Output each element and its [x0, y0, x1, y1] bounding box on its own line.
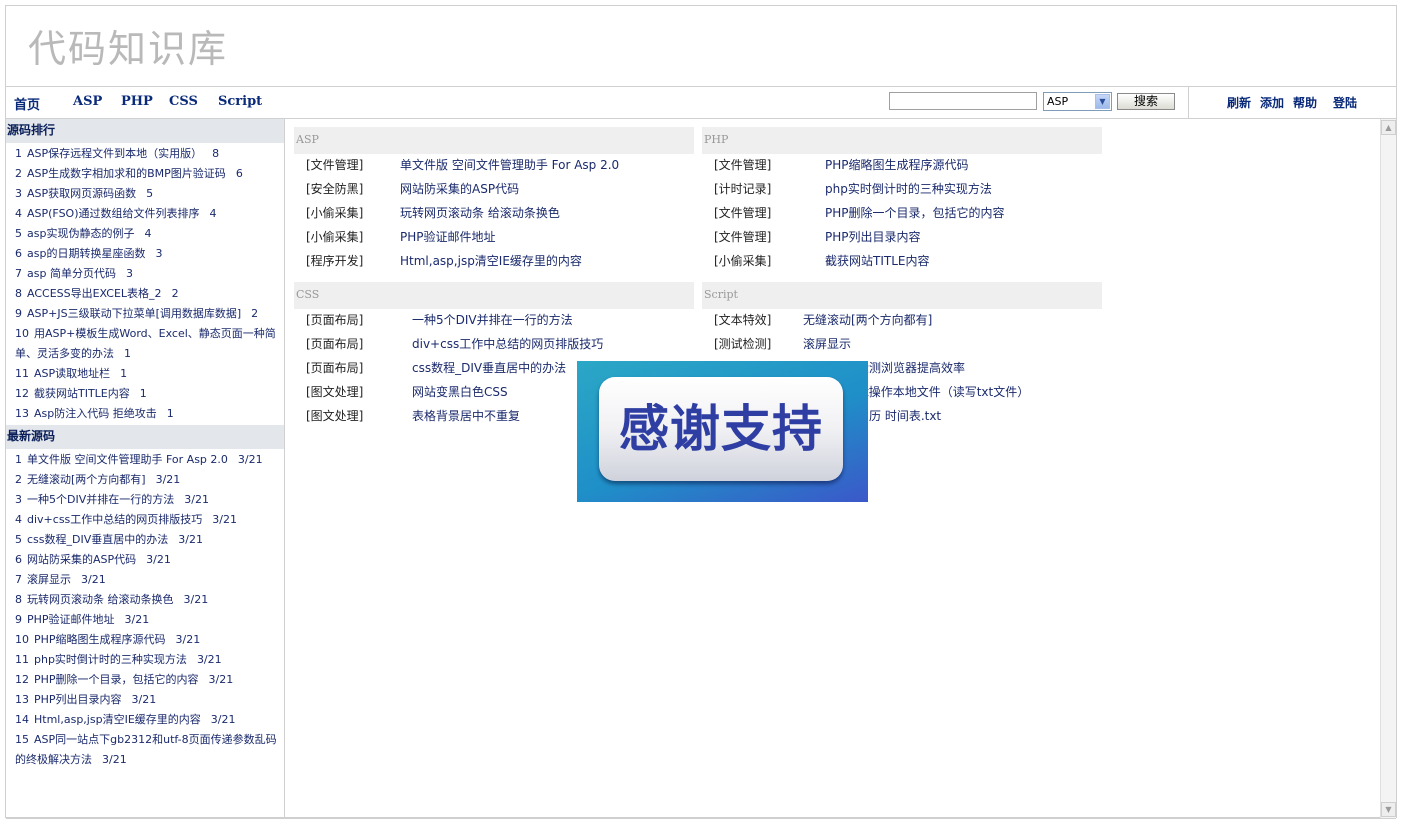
- latest-item[interactable]: 7 滚屏显示 3/21: [15, 570, 284, 590]
- asp-row[interactable]: [程序开发] Html,asp,jsp清空IE缓存里的内容: [306, 251, 696, 271]
- latest-item[interactable]: 10 PHP缩略图生成程序源代码 3/21: [15, 630, 284, 650]
- css-row[interactable]: [页面布局] 一种5个DIV并排在一行的方法: [306, 310, 696, 330]
- latest-item[interactable]: 5 css数程_DIV垂直居中的办法 3/21: [15, 530, 284, 550]
- site-title: 代码知识库: [28, 27, 229, 71]
- ranking-item[interactable]: 11 ASP读取地址栏 1: [15, 364, 284, 384]
- script-row[interactable]: [测试检测] 滚屏显示: [714, 334, 1104, 354]
- login-link[interactable]: 登陆: [1333, 94, 1357, 111]
- ranking-item[interactable]: 9 ASP+JS三级联动下拉菜单[调用数据库数据] 2: [15, 304, 284, 324]
- ranking-item[interactable]: 13 Asp防注入代码 拒绝攻击 1: [15, 404, 284, 424]
- latest-item[interactable]: 12 PHP删除一个目录，包括它的内容 3/21: [15, 670, 284, 690]
- category-select-value: ASP: [1047, 95, 1069, 108]
- thanks-card: 感谢支持: [599, 377, 843, 481]
- ranking-item[interactable]: 12 截获网站TITLE内容 1: [15, 384, 284, 404]
- ranking-item[interactable]: 1 ASP保存远程文件到本地（实用版） 8: [15, 144, 284, 164]
- ranking-list: 1 ASP保存远程文件到本地（实用版） 8 2 ASP生成数字相加求和的BMP图片验证…: [6, 144, 284, 424]
- latest-list: 1 单文件版 空间文件管理助手 For Asp 2.0 3/21 2 无缝滚动[两个方…: [6, 450, 284, 770]
- nav-link-home[interactable]: 首页: [14, 94, 40, 113]
- asp-section-heading: ASP: [294, 127, 694, 154]
- nav-bar: 首页 ASP PHP CSS Script ASP ▼ 搜索 刷新 添加 帮助 …: [6, 87, 1396, 119]
- php-row[interactable]: [文件管理] PHP缩略图生成程序源代码: [714, 155, 1104, 175]
- ranking-heading: 源码排行: [6, 119, 284, 143]
- script-row[interactable]: [文本特效] 无缝滚动[两个方向都有]: [714, 310, 1104, 330]
- ranking-item[interactable]: 2 ASP生成数字相加求和的BMP图片验证码 6: [15, 164, 284, 184]
- ranking-item[interactable]: 8 ACCESS导出EXCEL表格_2 2: [15, 284, 284, 304]
- latest-item[interactable]: 4 div+css工作中总结的网页排版技巧 3/21: [15, 510, 284, 530]
- nav-link-php[interactable]: PHP: [121, 94, 153, 109]
- asp-row[interactable]: [小偷采集] PHP验证邮件地址: [306, 227, 696, 247]
- php-row[interactable]: [文件管理] PHP删除一个目录，包括它的内容: [714, 203, 1104, 223]
- ranking-item[interactable]: 6 asp的日期转换星座函数 3: [15, 244, 284, 264]
- search-button[interactable]: 搜索: [1117, 93, 1175, 110]
- php-row[interactable]: [文件管理] PHP列出目录内容: [714, 227, 1104, 247]
- latest-item[interactable]: 8 玩转网页滚动条 给滚动条换色 3/21: [15, 590, 284, 610]
- category-select[interactable]: ASP ▼: [1043, 92, 1112, 111]
- latest-item[interactable]: 3 一种5个DIV并排在一行的方法 3/21: [15, 490, 284, 510]
- latest-item[interactable]: 14 Html,asp,jsp清空IE缓存里的内容 3/21: [15, 710, 284, 730]
- asp-row[interactable]: [小偷采集] 玩转网页滚动条 给滚动条换色: [306, 203, 696, 223]
- latest-item[interactable]: 11 php实时倒计时的三种实现方法 3/21: [15, 650, 284, 670]
- nav-link-asp[interactable]: ASP: [73, 94, 102, 109]
- php-row[interactable]: [计时记录] php实时倒计时的三种实现方法: [714, 179, 1104, 199]
- php-section-heading: PHP: [702, 127, 1102, 154]
- asp-row[interactable]: [文件管理] 单文件版 空间文件管理助手 For Asp 2.0: [306, 155, 696, 175]
- refresh-link[interactable]: 刷新: [1227, 94, 1251, 111]
- latest-heading: 最新源码: [6, 425, 284, 449]
- latest-item[interactable]: 15 ASP同一站点下gb2312和utf-8页面传递参数乱码的终极解决方法 3/2…: [15, 730, 284, 770]
- ranking-item[interactable]: 4 ASP(FSO)通过数组给文件列表排序 4: [15, 204, 284, 224]
- nav-divider: [1188, 87, 1189, 118]
- css-row[interactable]: [页面布局] div+css工作中总结的网页排版技巧: [306, 334, 696, 354]
- ranking-item[interactable]: 3 ASP获取网页源码函数 5: [15, 184, 284, 204]
- latest-item[interactable]: 9 PHP验证邮件地址 3/21: [15, 610, 284, 630]
- scroll-up-icon[interactable]: ▲: [1381, 120, 1396, 135]
- help-link[interactable]: 帮助: [1293, 94, 1317, 111]
- nav-link-css[interactable]: CSS: [169, 94, 198, 109]
- scroll-down-icon[interactable]: ▼: [1381, 802, 1396, 817]
- sidebar: 源码排行 1 ASP保存远程文件到本地（实用版） 8 2 ASP生成数字相加求和的BM…: [6, 119, 285, 818]
- bottom-border: [6, 818, 1396, 819]
- thanks-text: 感谢支持: [619, 400, 823, 458]
- site-header: 代码知识库: [6, 6, 1396, 87]
- ranking-item[interactable]: 5 asp实现伪静态的例子 4: [15, 224, 284, 244]
- ranking-item[interactable]: 7 asp 简单分页代码 3: [15, 264, 284, 284]
- nav-link-script[interactable]: Script: [218, 94, 262, 109]
- latest-item[interactable]: 6 网站防采集的ASP代码 3/21: [15, 550, 284, 570]
- chevron-down-icon[interactable]: ▼: [1095, 94, 1110, 109]
- latest-item[interactable]: 13 PHP列出目录内容 3/21: [15, 690, 284, 710]
- ranking-item[interactable]: 10 用ASP+模板生成Word、Excel、静态页面一种简单、灵活多变的办法 1: [15, 324, 284, 364]
- php-row[interactable]: [小偷采集] 截获网站TITLE内容: [714, 251, 1104, 271]
- add-link[interactable]: 添加: [1260, 94, 1284, 111]
- search-input[interactable]: [889, 92, 1037, 110]
- css-section-heading: CSS: [294, 282, 694, 309]
- script-section-heading: Script: [702, 282, 1102, 309]
- asp-row[interactable]: [安全防黑] 网站防采集的ASP代码: [306, 179, 696, 199]
- latest-item[interactable]: 2 无缝滚动[两个方向都有] 3/21: [15, 470, 284, 490]
- vertical-scrollbar[interactable]: ▲ ▼: [1380, 119, 1396, 818]
- thanks-popup[interactable]: 感谢支持: [577, 361, 868, 502]
- latest-item[interactable]: 1 单文件版 空间文件管理助手 For Asp 2.0 3/21: [15, 450, 284, 470]
